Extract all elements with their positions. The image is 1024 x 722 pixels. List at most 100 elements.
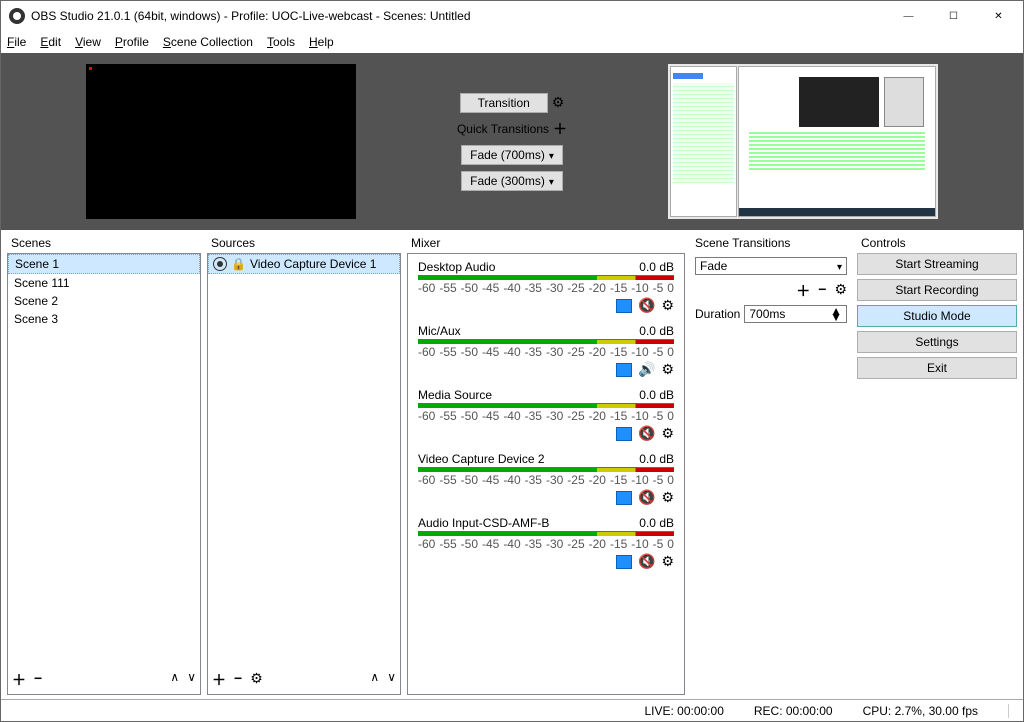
transitions-header: Scene Transitions: [691, 234, 851, 253]
add-transition-icon[interactable]: [796, 281, 810, 301]
mixer-channel-name: Video Capture Device 2: [418, 452, 545, 466]
mixer-channel-db: 0.0 dB: [639, 388, 674, 402]
controls-panel: Controls Start Streaming Start Recording…: [857, 234, 1017, 695]
meter-ticks: -60-55-50-45-40-35-30-25-20-15-10-50: [418, 409, 674, 423]
move-scene-down-icon[interactable]: [187, 670, 196, 690]
add-source-icon[interactable]: [212, 670, 226, 690]
volume-fader[interactable]: [616, 363, 632, 377]
add-scene-icon[interactable]: [12, 670, 26, 690]
minimize-button[interactable]: —: [886, 1, 931, 31]
transition-properties-icon[interactable]: [834, 281, 847, 301]
mute-icon[interactable]: 🔇: [638, 553, 655, 570]
meter-ticks: -60-55-50-45-40-35-30-25-20-15-10-50: [418, 345, 674, 359]
mixer-header: Mixer: [407, 234, 685, 253]
chevron-down-icon: [837, 259, 842, 273]
transition-button[interactable]: Transition: [460, 93, 548, 113]
mute-icon[interactable]: 🔇: [638, 489, 655, 506]
duration-spinner-icon[interactable]: ▲▼: [830, 308, 842, 320]
quick-transition-2[interactable]: Fade (300ms): [461, 171, 563, 191]
source-label: Video Capture Device 1: [250, 257, 377, 271]
scenes-header: Scenes: [7, 234, 201, 253]
controls-header: Controls: [857, 234, 1017, 253]
remove-scene-icon[interactable]: [34, 670, 42, 690]
volume-fader[interactable]: [616, 555, 632, 569]
scene-item[interactable]: Scene 111: [8, 274, 200, 292]
move-source-up-icon[interactable]: [370, 670, 379, 690]
menu-file[interactable]: File: [7, 35, 26, 49]
audio-meter: [418, 276, 674, 280]
source-settings-icon[interactable]: [250, 670, 263, 690]
remove-transition-icon[interactable]: [818, 281, 826, 301]
mixer-list: Desktop Audio0.0 dB-60-55-50-45-40-35-30…: [407, 253, 685, 695]
scene-item[interactable]: Scene 2: [8, 292, 200, 310]
window-title: OBS Studio 21.0.1 (64bit, windows) - Pro…: [31, 9, 886, 23]
audio-meter: [418, 340, 674, 344]
menu-tools[interactable]: Tools: [267, 35, 295, 49]
mixer-channel: Audio Input-CSD-AMF-B0.0 dB-60-55-50-45-…: [408, 510, 684, 574]
start-recording-button[interactable]: Start Recording: [857, 279, 1017, 301]
sources-list[interactable]: 🔒 Video Capture Device 1: [207, 253, 401, 695]
preview-canvas[interactable]: [86, 64, 356, 219]
mixer-channel-name: Mic/Aux: [418, 324, 461, 338]
duration-input[interactable]: 700ms ▲▼: [744, 305, 847, 323]
volume-fader[interactable]: [616, 491, 632, 505]
lock-icon[interactable]: 🔒: [231, 257, 246, 271]
move-source-down-icon[interactable]: [387, 670, 396, 690]
scene-item[interactable]: Scene 1: [8, 254, 200, 274]
mute-icon[interactable]: 🔇: [638, 425, 655, 442]
sources-header: Sources: [207, 234, 401, 253]
mixer-channel: Media Source 0.0 dB -60-55-50-45-40-35-30-…: [408, 382, 684, 446]
scenes-panel: Scenes Scene 1 Scene 111 Scene 2 Scene 3: [7, 234, 201, 695]
remove-source-icon[interactable]: [234, 670, 242, 690]
status-live: LIVE: 00:00:00: [644, 704, 723, 718]
speaker-icon[interactable]: 🔊: [638, 361, 655, 378]
meter-ticks: -60-55-50-45-40-35-30-25-20-15-10-50: [418, 537, 674, 551]
source-item[interactable]: 🔒 Video Capture Device 1: [208, 254, 400, 274]
add-quick-transition-icon[interactable]: [553, 119, 567, 139]
studio-mode-button[interactable]: Studio Mode: [857, 305, 1017, 327]
program-canvas[interactable]: [668, 64, 938, 219]
scenes-list[interactable]: Scene 1 Scene 111 Scene 2 Scene 3: [7, 253, 201, 695]
titlebar: OBS Studio 21.0.1 (64bit, windows) - Pro…: [1, 1, 1023, 31]
mixer-channel: Video Capture Device 2 0.0 dB -60-55-50-45…: [408, 446, 684, 510]
close-button[interactable]: ✕: [976, 1, 1021, 31]
quick-transitions-label: Quick Transitions: [457, 122, 549, 136]
exit-button[interactable]: Exit: [857, 357, 1017, 379]
menu-edit[interactable]: Edit: [40, 35, 61, 49]
menu-profile[interactable]: Profile: [115, 35, 149, 49]
docked-panels: Scenes Scene 1 Scene 111 Scene 2 Scene 3…: [1, 230, 1023, 699]
menu-scene-collection[interactable]: Scene Collection: [163, 35, 253, 49]
mixer-channel-db: 0.0 dB: [639, 452, 674, 466]
mixer-channel: Mic/Aux 0.0 dB -60-55-50-45-40-35-30-25-20…: [408, 318, 684, 382]
settings-button[interactable]: Settings: [857, 331, 1017, 353]
mixer-settings-icon[interactable]: [661, 553, 674, 570]
maximize-button[interactable]: ☐: [931, 1, 976, 31]
mixer-channel: Desktop Audio0.0 dB-60-55-50-45-40-35-30…: [408, 254, 684, 318]
mixer-channel-db: 0.0 dB: [639, 324, 674, 338]
duration-label: Duration: [695, 307, 740, 321]
mixer-settings-icon[interactable]: [661, 489, 674, 506]
mute-icon[interactable]: 🔇: [638, 297, 655, 314]
mixer-channel-db: 0.0 dB: [639, 516, 674, 530]
move-scene-up-icon[interactable]: [170, 670, 179, 690]
preview-program-area: Transition Quick Transitions Fade (700ms…: [1, 53, 1023, 230]
menu-help[interactable]: Help: [309, 35, 334, 49]
status-cpu: CPU: 2.7%, 30.00 fps: [863, 704, 978, 718]
transition-select[interactable]: Fade: [695, 257, 847, 275]
visibility-icon[interactable]: [213, 257, 227, 271]
quick-transition-1[interactable]: Fade (700ms): [461, 145, 563, 165]
menu-view[interactable]: View: [75, 35, 101, 49]
audio-meter: [418, 404, 674, 408]
meter-ticks: -60-55-50-45-40-35-30-25-20-15-10-50: [418, 473, 674, 487]
mixer-settings-icon[interactable]: [661, 361, 674, 378]
start-streaming-button[interactable]: Start Streaming: [857, 253, 1017, 275]
scene-item[interactable]: Scene 3: [8, 310, 200, 328]
mixer-channel-name: Media Source: [418, 388, 492, 402]
mixer-settings-icon[interactable]: [661, 425, 674, 442]
transition-settings-icon[interactable]: [552, 94, 565, 111]
volume-fader[interactable]: [616, 427, 632, 441]
status-rec: REC: 00:00:00: [754, 704, 833, 718]
mixer-settings-icon[interactable]: [661, 297, 674, 314]
volume-fader[interactable]: [616, 299, 632, 313]
status-bar: LIVE: 00:00:00 REC: 00:00:00 CPU: 2.7%, …: [1, 699, 1023, 721]
